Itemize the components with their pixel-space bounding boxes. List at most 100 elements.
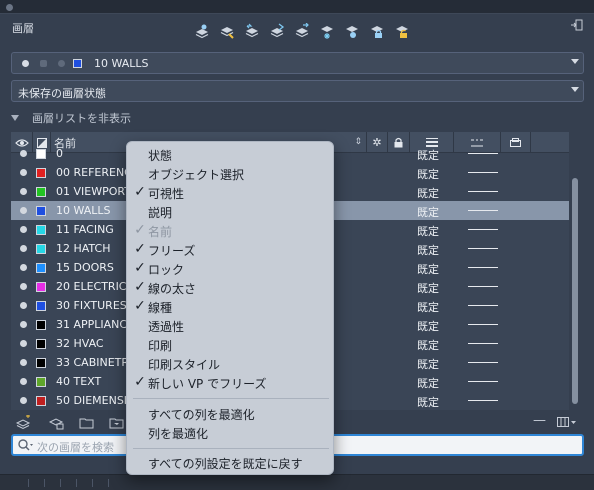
layer-linetype[interactable]: 既定 — [417, 261, 439, 277]
layer-linetype[interactable]: 既定 — [417, 280, 439, 296]
menu-item[interactable]: ✓ 新しい VP でフリーズ — [127, 373, 335, 392]
visibility-bulb-icon[interactable] — [20, 321, 27, 328]
off-layer-icon[interactable] — [342, 22, 361, 40]
layer-linetype[interactable]: 既定 — [417, 204, 439, 220]
layer-color-swatch[interactable] — [36, 377, 46, 387]
layer-color-swatch[interactable] — [36, 263, 46, 273]
layer-color-swatch[interactable] — [36, 244, 46, 254]
previous-layer-icon[interactable] — [242, 22, 261, 40]
new-layer-icon[interactable] — [14, 414, 32, 430]
column-options-icon[interactable] — [557, 416, 577, 428]
lock-layer-icon[interactable] — [367, 22, 386, 40]
menu-item[interactable]: 透過性 — [127, 316, 335, 335]
layer-color-swatch[interactable] — [36, 339, 46, 349]
menu-item[interactable]: オブジェクト選択 — [127, 164, 335, 183]
visibility-bulb-icon[interactable] — [20, 283, 27, 290]
visibility-bulb-icon[interactable] — [20, 188, 27, 195]
lineweight-sample[interactable] — [468, 400, 498, 401]
visibility-bulb-icon[interactable] — [20, 226, 27, 233]
layer-name[interactable]: 15 DOORS — [56, 261, 114, 274]
new-vp-frozen-layer-icon[interactable] — [47, 414, 65, 430]
menu-item[interactable]: ✓ 線の太さ — [127, 278, 335, 297]
layer-color-swatch[interactable] — [36, 320, 46, 330]
layer-linetype[interactable]: 既定 — [417, 185, 439, 201]
menu-item[interactable]: 列を最適化 — [127, 423, 335, 442]
table-scrollbar[interactable] — [572, 164, 578, 410]
reset-columns-menu-item[interactable]: すべての列設定を既定に戻す — [127, 453, 335, 472]
menu-item[interactable]: ✓ 可視性 — [127, 183, 335, 202]
unlock-layer-icon[interactable] — [392, 22, 411, 40]
menu-item[interactable]: 説明 — [127, 202, 335, 221]
visibility-bulb-icon[interactable] — [20, 397, 27, 404]
layer-linetype[interactable]: 既定 — [417, 337, 439, 353]
dock-icon[interactable] — [571, 19, 583, 31]
layer-color-swatch[interactable] — [36, 225, 46, 235]
lineweight-sample[interactable] — [468, 267, 498, 268]
visibility-bulb-icon[interactable] — [20, 264, 27, 271]
visibility-bulb-icon[interactable] — [20, 169, 27, 176]
layer-linetype[interactable]: 既定 — [417, 356, 439, 372]
visibility-bulb-icon[interactable] — [20, 302, 27, 309]
scrollbar-thumb[interactable] — [572, 178, 578, 404]
lineweight-sample[interactable] — [468, 248, 498, 249]
layer-list-toggle[interactable]: 画層リストを非表示 — [11, 110, 131, 126]
lineweight-sample[interactable] — [468, 343, 498, 344]
lineweight-sample[interactable] — [468, 381, 498, 382]
isolate-layer-icon[interactable] — [267, 22, 286, 40]
lineweight-sample[interactable] — [468, 191, 498, 192]
layer-linetype[interactable]: 既定 — [417, 147, 439, 163]
layer-linetype[interactable]: 既定 — [417, 375, 439, 391]
visibility-bulb-icon[interactable] — [20, 207, 27, 214]
menu-item[interactable]: ✓ フリーズ — [127, 240, 335, 259]
layer-color-swatch[interactable] — [36, 206, 46, 216]
menu-item[interactable]: ✓ 線種 — [127, 297, 335, 316]
menu-item[interactable]: 印刷 — [127, 335, 335, 354]
freeze-layer-icon[interactable] — [317, 22, 336, 40]
layer-linetype[interactable]: 既定 — [417, 299, 439, 315]
layer-color-swatch[interactable] — [36, 396, 46, 406]
panel-grip-dot[interactable] — [6, 4, 13, 11]
lineweight-sample[interactable] — [468, 229, 498, 230]
layer-linetype[interactable]: 既定 — [417, 394, 439, 410]
layer-name[interactable]: 11 FACING — [56, 223, 114, 236]
menu-item[interactable]: ✓ ロック — [127, 259, 335, 278]
new-property-filter-icon[interactable] — [107, 414, 125, 430]
unisolate-layer-icon[interactable] — [292, 22, 311, 40]
delete-layer-icon[interactable]: — — [533, 413, 547, 428]
layer-color-swatch[interactable] — [36, 358, 46, 368]
visibility-bulb-icon[interactable] — [20, 245, 27, 252]
layer-linetype[interactable]: 既定 — [417, 166, 439, 182]
lineweight-sample[interactable] — [468, 210, 498, 211]
layer-linetype[interactable]: 既定 — [417, 242, 439, 258]
layer-color-swatch[interactable] — [36, 282, 46, 292]
layer-color-swatch[interactable] — [36, 149, 46, 159]
layer-color-swatch[interactable] — [36, 187, 46, 197]
layer-name[interactable]: 12 HATCH — [56, 242, 110, 255]
layer-color-swatch[interactable] — [36, 301, 46, 311]
layer-state-dropdown[interactable]: 未保存の画層状態 — [11, 80, 584, 102]
new-group-filter-icon[interactable] — [77, 414, 95, 430]
layer-name[interactable]: 10 WALLS — [56, 204, 111, 217]
lineweight-sample[interactable] — [468, 286, 498, 287]
visibility-bulb-icon[interactable] — [20, 378, 27, 385]
layer-name[interactable]: 32 HVAC — [56, 337, 104, 350]
layer-color-swatch[interactable] — [36, 168, 46, 178]
layer-linetype[interactable]: 既定 — [417, 318, 439, 334]
lineweight-sample[interactable] — [468, 362, 498, 363]
layer-name[interactable]: 33 CABINETRY — [56, 356, 135, 369]
match-layer-icon[interactable] — [217, 22, 236, 40]
lineweight-sample[interactable] — [468, 172, 498, 173]
visibility-bulb-icon[interactable] — [20, 359, 27, 366]
visibility-bulb-icon[interactable] — [20, 150, 27, 157]
lineweight-sample[interactable] — [468, 153, 498, 154]
lineweight-sample[interactable] — [468, 324, 498, 325]
layer-linetype[interactable]: 既定 — [417, 223, 439, 239]
lineweight-sample[interactable] — [468, 305, 498, 306]
visibility-bulb-icon[interactable] — [20, 340, 27, 347]
layer-name[interactable]: 01 VIEWPORT — [56, 185, 131, 198]
layer-properties-icon[interactable] — [192, 22, 211, 40]
layer-name[interactable]: 40 TEXT — [56, 375, 101, 388]
menu-item[interactable]: 状態 — [127, 145, 335, 164]
menu-item[interactable]: 印刷スタイル — [127, 354, 335, 373]
layer-name[interactable]: 0 — [56, 147, 63, 160]
